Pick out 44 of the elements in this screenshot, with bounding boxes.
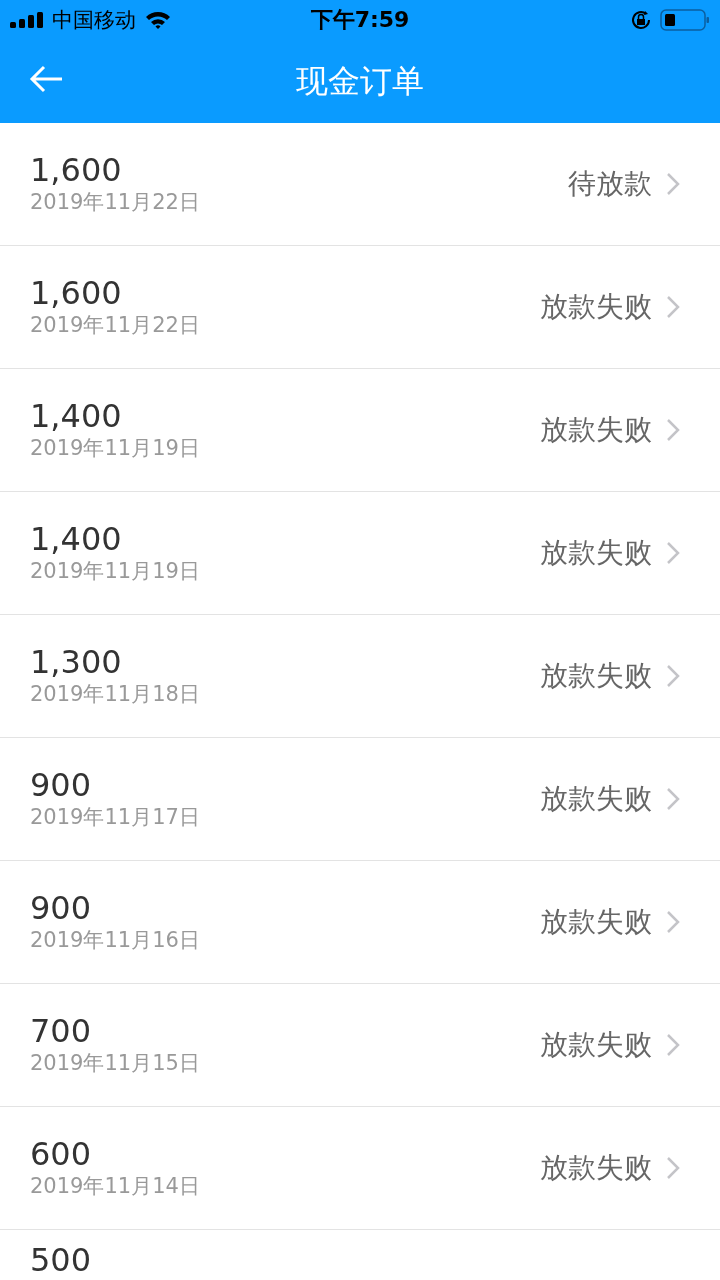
order-status: 放款失败 xyxy=(540,658,652,694)
order-date: 2019年11月18日 xyxy=(30,681,201,708)
order-date: 2019年11月22日 xyxy=(30,189,201,216)
order-status: 放款失败 xyxy=(540,535,652,571)
order-amount: 600 xyxy=(30,1136,93,1172)
chevron-icon xyxy=(666,787,680,811)
chevron-icon xyxy=(666,910,680,934)
order-amount: 900 xyxy=(30,767,93,803)
page-title: 现金订单 xyxy=(296,60,424,102)
order-amount: 1,600 xyxy=(30,152,123,188)
chevron-icon xyxy=(666,664,680,688)
chevron-icon xyxy=(666,172,680,196)
order-date: 2019年11月22日 xyxy=(30,312,201,339)
order-status: 待放款 xyxy=(568,166,652,202)
order-amount: 500 xyxy=(30,1244,93,1276)
order-status: 放款失败 xyxy=(540,1150,652,1186)
order-date: 2019年11月17日 xyxy=(30,804,201,831)
status-time: 下午7:59 xyxy=(310,6,410,34)
order-amount: 1,400 xyxy=(30,398,123,434)
signal-icon xyxy=(10,12,44,28)
wifi-icon xyxy=(144,10,172,30)
battery-icon xyxy=(660,9,710,31)
order-amount: 1,300 xyxy=(30,644,123,680)
order-status: 放款失败 xyxy=(540,412,652,448)
order-status: 放款失败 xyxy=(540,289,652,325)
order-status: 放款失败 xyxy=(540,1027,652,1063)
order-date: 2019年11月19日 xyxy=(30,435,201,462)
order-date: 2019年11月14日 xyxy=(30,1173,201,1200)
chevron-icon xyxy=(666,1156,680,1180)
order-date: 2019年11月15日 xyxy=(30,1050,201,1077)
order-status: 放款失败 xyxy=(540,904,652,940)
chevron-icon xyxy=(666,295,680,319)
carrier-name: 中国移动 xyxy=(52,7,136,34)
rotation-lock-icon xyxy=(630,9,652,31)
order-date: 2019年11月16日 xyxy=(30,927,201,954)
order-status: 放款失败 xyxy=(540,781,652,817)
order-amount: 1,400 xyxy=(30,521,123,557)
chevron-icon xyxy=(666,541,680,565)
chevron-icon xyxy=(666,418,680,442)
order-amount: 700 xyxy=(30,1013,93,1049)
order-amount: 900 xyxy=(30,890,93,926)
chevron-icon xyxy=(666,1033,680,1057)
order-amount: 1,600 xyxy=(30,275,123,311)
order-date: 2019年11月19日 xyxy=(30,558,201,585)
